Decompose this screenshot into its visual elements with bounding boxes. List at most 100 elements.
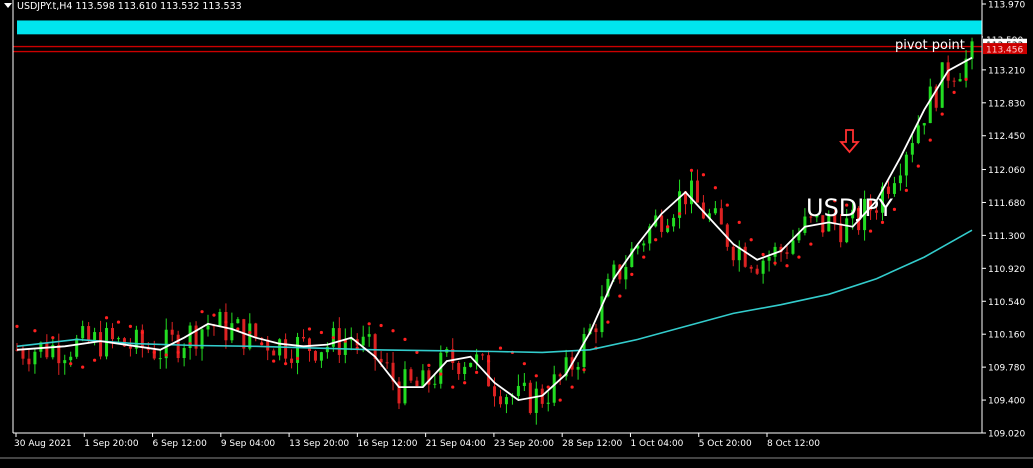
bear-candle [99,332,103,357]
sar-dot [749,238,753,242]
sar-dot [666,225,670,229]
bull-candle [469,362,473,367]
bull-candle [218,311,222,327]
chart-canvas[interactable]: 113.970113.590113.210112.830112.450112.0… [0,0,1033,463]
symbol-info: USDJPY.t,H4 113.598 113.610 113.532 113.… [17,1,242,12]
sar-dot [415,350,419,354]
symbol-title: USDJPY [806,194,893,222]
sar-dot [522,362,526,366]
bull-candle [206,325,210,330]
bull-candle [75,338,79,357]
bull-candle [433,383,437,385]
chart-background [0,0,1033,463]
x-tick-label: 21 Sep 04:00 [426,439,486,449]
bull-candle [576,366,580,370]
bull-candle [904,154,908,176]
sar-dot [379,323,383,328]
bear-candle [558,374,562,377]
bull-candle [182,348,186,359]
bear-candle [302,336,306,339]
bull-candle [970,41,974,59]
bull-candle [624,266,628,280]
bull-candle [922,123,926,126]
x-tick-label: 6 Sep 12:00 [153,439,208,449]
sar-dot [642,255,646,259]
pivot-label: pivot point [895,38,965,53]
bull-candle [928,86,932,124]
bull-candle [421,370,425,387]
sar-dot [928,138,932,142]
sar-dot [92,358,97,362]
sar-dot [964,77,968,81]
bear-candle [755,268,759,274]
x-tick-label: 9 Sep 04:00 [221,439,276,449]
bull-candle [463,366,467,375]
bear-candle [254,323,258,338]
bull-candle [940,62,944,108]
bear-candle [493,386,497,397]
sar-dot [475,370,479,374]
bear-candle [839,223,843,243]
sar-dot [15,324,19,328]
bull-candle [534,388,538,413]
sar-dot [176,350,180,354]
sar-dot [451,385,455,389]
x-tick-label: 1 Oct 04:00 [630,439,683,449]
bull-candle [69,356,73,361]
y-tick-label: 111.300 [988,232,1025,242]
bear-candle [385,362,389,364]
sar-dot [367,322,371,326]
bear-candle [594,328,598,333]
price-chart[interactable]: 113.970113.590113.210112.830112.450112.0… [0,0,1033,463]
bear-candle [272,350,276,356]
y-tick-label: 110.920 [988,265,1025,275]
sar-dot [81,365,85,369]
bull-candle [761,260,765,274]
bull-candle [552,374,556,403]
sar-dot [797,255,801,259]
bull-candle [81,326,85,339]
bear-candle [27,358,31,365]
bull-candle [367,334,371,337]
sar-dot [319,330,324,335]
bull-candle [504,397,508,405]
sar-dot [116,320,121,324]
sar-dot [140,330,144,335]
y-tick-label: 109.020 [988,430,1025,440]
sar-dot [295,356,300,361]
y-tick-label: 112.060 [988,166,1025,176]
bull-candle [319,352,323,361]
sar-dot [164,353,168,357]
bull-candle [116,338,120,340]
sar-dot [558,398,562,402]
sar-dot [248,330,252,335]
sar-dot [224,320,228,324]
sar-dot [773,261,777,265]
bull-candle [33,351,37,365]
sar-dot [439,372,443,376]
sar-dot [821,229,825,233]
bear-candle [284,339,288,359]
sar-dot [331,336,335,340]
sar-dot [761,252,765,257]
bull-candle [325,346,329,353]
sar-dot [272,359,276,363]
bear-candle [224,311,228,341]
sar-dot [212,313,216,317]
bull-candle [93,332,97,342]
sar-dot [904,188,908,192]
sar-dot [128,324,133,328]
bear-candle [785,252,789,254]
sar-dot [427,363,431,367]
bear-candle [128,346,132,349]
sar-dot [570,385,574,389]
sar-dot [940,112,944,116]
sar-dot [51,336,55,340]
sar-dot [868,229,873,233]
sar-dot [582,368,586,372]
bear-candle [660,215,664,232]
sar-dot [391,329,395,333]
y-tick-label: 112.450 [988,132,1025,142]
bull-candle [916,125,920,144]
bear-candle [290,358,294,363]
